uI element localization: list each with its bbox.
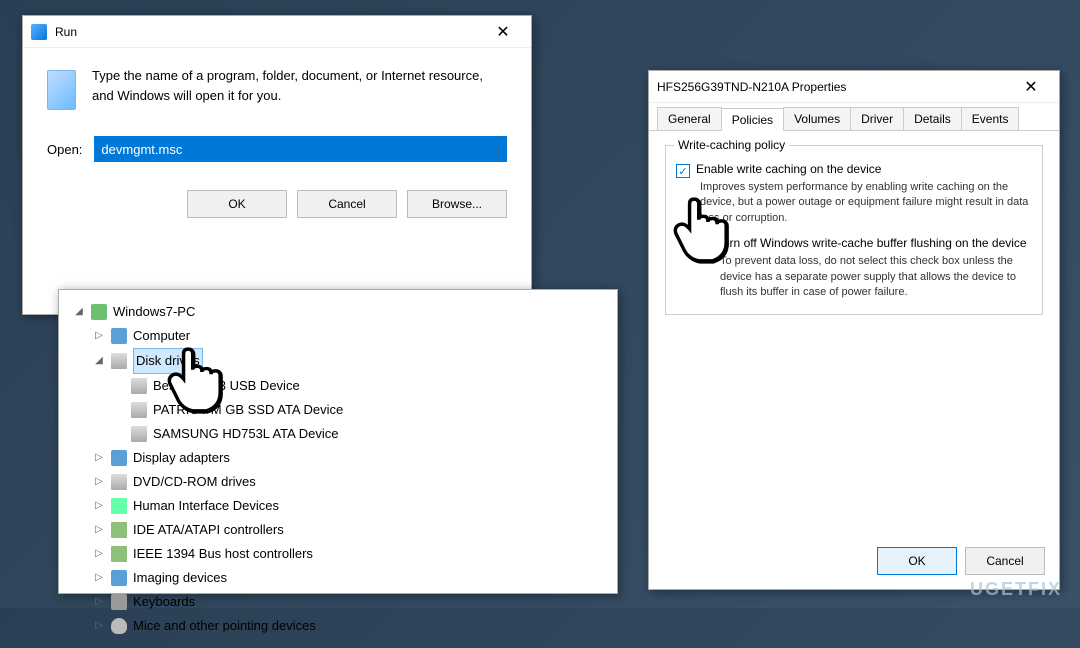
tab-volumes[interactable]: Volumes bbox=[783, 107, 851, 130]
drive-icon bbox=[111, 353, 127, 369]
monitor-icon bbox=[111, 328, 127, 344]
watermark: UGETFIX bbox=[970, 579, 1062, 600]
checkbox-desc-1: Improves system performance by enabling … bbox=[676, 180, 1032, 226]
expand-icon[interactable]: ▷ bbox=[93, 446, 105, 470]
monitor-icon bbox=[111, 570, 127, 586]
device-tree: ◢ Windows7-PC ▷ Computer ◢ Disk drivesBestB… bbox=[59, 290, 617, 648]
drive-icon bbox=[111, 474, 127, 490]
tree-item-label: BestBuy G 3 USB Device bbox=[153, 374, 300, 398]
tree-root-label: Windows7-PC bbox=[113, 300, 195, 324]
tree-item[interactable]: BestBuy G 3 USB Device bbox=[73, 374, 609, 398]
tab-events[interactable]: Events bbox=[961, 107, 1020, 130]
tree-item-label: IDE ATA/ATAPI controllers bbox=[133, 518, 284, 542]
open-row: Open: ⌄ bbox=[23, 128, 531, 180]
open-input[interactable] bbox=[94, 136, 507, 162]
props-buttons: OK Cancel bbox=[877, 547, 1045, 575]
tree-item[interactable]: ▷ DVD/CD-ROM drives bbox=[73, 470, 609, 494]
checkbox-turnoff-flush[interactable]: ✓ bbox=[696, 238, 710, 252]
tab-details[interactable]: Details bbox=[903, 107, 962, 130]
write-caching-group: Write-caching policy ✓ Enable write cach… bbox=[665, 145, 1043, 315]
props-body: Write-caching policy ✓ Enable write cach… bbox=[649, 131, 1059, 329]
checkbox-label-1[interactable]: Enable write caching on the device bbox=[696, 162, 881, 176]
checkbox-row-1: ✓ Enable write caching on the device bbox=[676, 162, 1032, 178]
chevron-down-icon[interactable]: ⌄ bbox=[491, 140, 501, 154]
tree-item[interactable]: ▷ Imaging devices bbox=[73, 566, 609, 590]
expand-icon[interactable]: ▷ bbox=[93, 566, 105, 590]
tree-item-label: Imaging devices bbox=[133, 566, 227, 590]
expand-icon[interactable]: ▷ bbox=[93, 542, 105, 566]
expand-icon[interactable]: ▷ bbox=[93, 614, 105, 638]
mouse-icon bbox=[111, 618, 127, 634]
properties-dialog: HFS256G39TND-N210A Properties ✕ GeneralP… bbox=[648, 70, 1060, 590]
props-titlebar: HFS256G39TND-N210A Properties ✕ bbox=[649, 71, 1059, 103]
tree-item[interactable]: SAMSUNG HD753L ATA Device bbox=[73, 422, 609, 446]
browse-button[interactable]: Browse... bbox=[407, 190, 507, 218]
tree-item[interactable]: ◢ Disk drives bbox=[73, 348, 609, 374]
run-description: Type the name of a program, folder, docu… bbox=[92, 66, 507, 110]
group-legend: Write-caching policy bbox=[674, 138, 789, 152]
drive-icon bbox=[131, 426, 147, 442]
tree-item[interactable]: ▷ Display adapters bbox=[73, 446, 609, 470]
tree-item-label: DVD/CD-ROM drives bbox=[133, 470, 256, 494]
tree-item-label: Disk drives bbox=[133, 348, 203, 374]
tree-item[interactable]: ▷ Computer bbox=[73, 324, 609, 348]
cancel-button[interactable]: Cancel bbox=[297, 190, 397, 218]
tree-item[interactable]: ▷ IEEE 1394 Bus host controllers bbox=[73, 542, 609, 566]
expand-icon[interactable]: ▷ bbox=[93, 324, 105, 348]
open-combobox[interactable]: ⌄ bbox=[94, 136, 507, 162]
tree-item-label: Human Interface Devices bbox=[133, 494, 279, 518]
expand-icon[interactable]: ▷ bbox=[93, 494, 105, 518]
close-icon[interactable]: ✕ bbox=[483, 22, 523, 42]
monitor-icon bbox=[111, 450, 127, 466]
usb-icon bbox=[111, 498, 127, 514]
expand-icon[interactable]: ◢ bbox=[73, 300, 85, 324]
drive-icon bbox=[131, 378, 147, 394]
tree-item[interactable]: ▷ Mice and other pointing devices bbox=[73, 614, 609, 638]
expand-icon[interactable]: ▷ bbox=[93, 590, 105, 614]
ok-button[interactable]: OK bbox=[187, 190, 287, 218]
tab-driver[interactable]: Driver bbox=[850, 107, 904, 130]
tree-item[interactable]: ▷ Keyboards bbox=[73, 590, 609, 614]
tree-item-label: Computer bbox=[133, 324, 190, 348]
run-icon bbox=[31, 24, 47, 40]
run-titlebar: Run ✕ bbox=[23, 16, 531, 48]
props-title: HFS256G39TND-N210A Properties bbox=[657, 80, 1011, 94]
checkbox-label-2[interactable]: Turn off Windows write-cache buffer flus… bbox=[716, 236, 1027, 250]
close-icon[interactable]: ✕ bbox=[1011, 77, 1051, 97]
tree-item-label: Keyboards bbox=[133, 590, 195, 614]
tree-item[interactable]: ▷ Human Interface Devices bbox=[73, 494, 609, 518]
checkbox-row-2: ✓ Turn off Windows write-cache buffer fl… bbox=[676, 236, 1032, 252]
computer-icon bbox=[91, 304, 107, 320]
chip-icon bbox=[111, 546, 127, 562]
run-program-icon bbox=[47, 70, 76, 110]
tree-item[interactable]: ▷ IDE ATA/ATAPI controllers bbox=[73, 518, 609, 542]
ok-button[interactable]: OK bbox=[877, 547, 957, 575]
open-label: Open: bbox=[47, 142, 82, 157]
checkbox-desc-2: To prevent data loss, do not select this… bbox=[676, 254, 1032, 300]
run-dialog: Run ✕ Type the name of a program, folder… bbox=[22, 15, 532, 315]
tab-policies[interactable]: Policies bbox=[721, 108, 784, 131]
collapse-icon[interactable]: ◢ bbox=[93, 349, 105, 373]
tab-strip: GeneralPoliciesVolumesDriverDetailsEvent… bbox=[649, 103, 1059, 131]
tab-general[interactable]: General bbox=[657, 107, 722, 130]
tree-root[interactable]: ◢ Windows7-PC bbox=[73, 300, 609, 324]
tree-item[interactable]: PATRIOT M GB SSD ATA Device bbox=[73, 398, 609, 422]
expand-icon[interactable]: ▷ bbox=[93, 518, 105, 542]
cancel-button[interactable]: Cancel bbox=[965, 547, 1045, 575]
run-title: Run bbox=[55, 25, 483, 39]
tree-item-label: PATRIOT M GB SSD ATA Device bbox=[153, 398, 343, 422]
tree-item-label: IEEE 1394 Bus host controllers bbox=[133, 542, 313, 566]
checkbox-enable-write-caching[interactable]: ✓ bbox=[676, 164, 690, 178]
tree-item-label: Display adapters bbox=[133, 446, 230, 470]
run-body: Type the name of a program, folder, docu… bbox=[23, 48, 531, 128]
device-manager-window: ◢ Windows7-PC ▷ Computer ◢ Disk drivesBestB… bbox=[58, 289, 618, 594]
run-buttons: OK Cancel Browse... bbox=[23, 180, 531, 236]
chip-icon bbox=[111, 522, 127, 538]
expand-icon[interactable]: ▷ bbox=[93, 470, 105, 494]
tree-item-label: Mice and other pointing devices bbox=[133, 614, 316, 638]
tree-item-label: SAMSUNG HD753L ATA Device bbox=[153, 422, 338, 446]
drive-icon bbox=[131, 402, 147, 418]
